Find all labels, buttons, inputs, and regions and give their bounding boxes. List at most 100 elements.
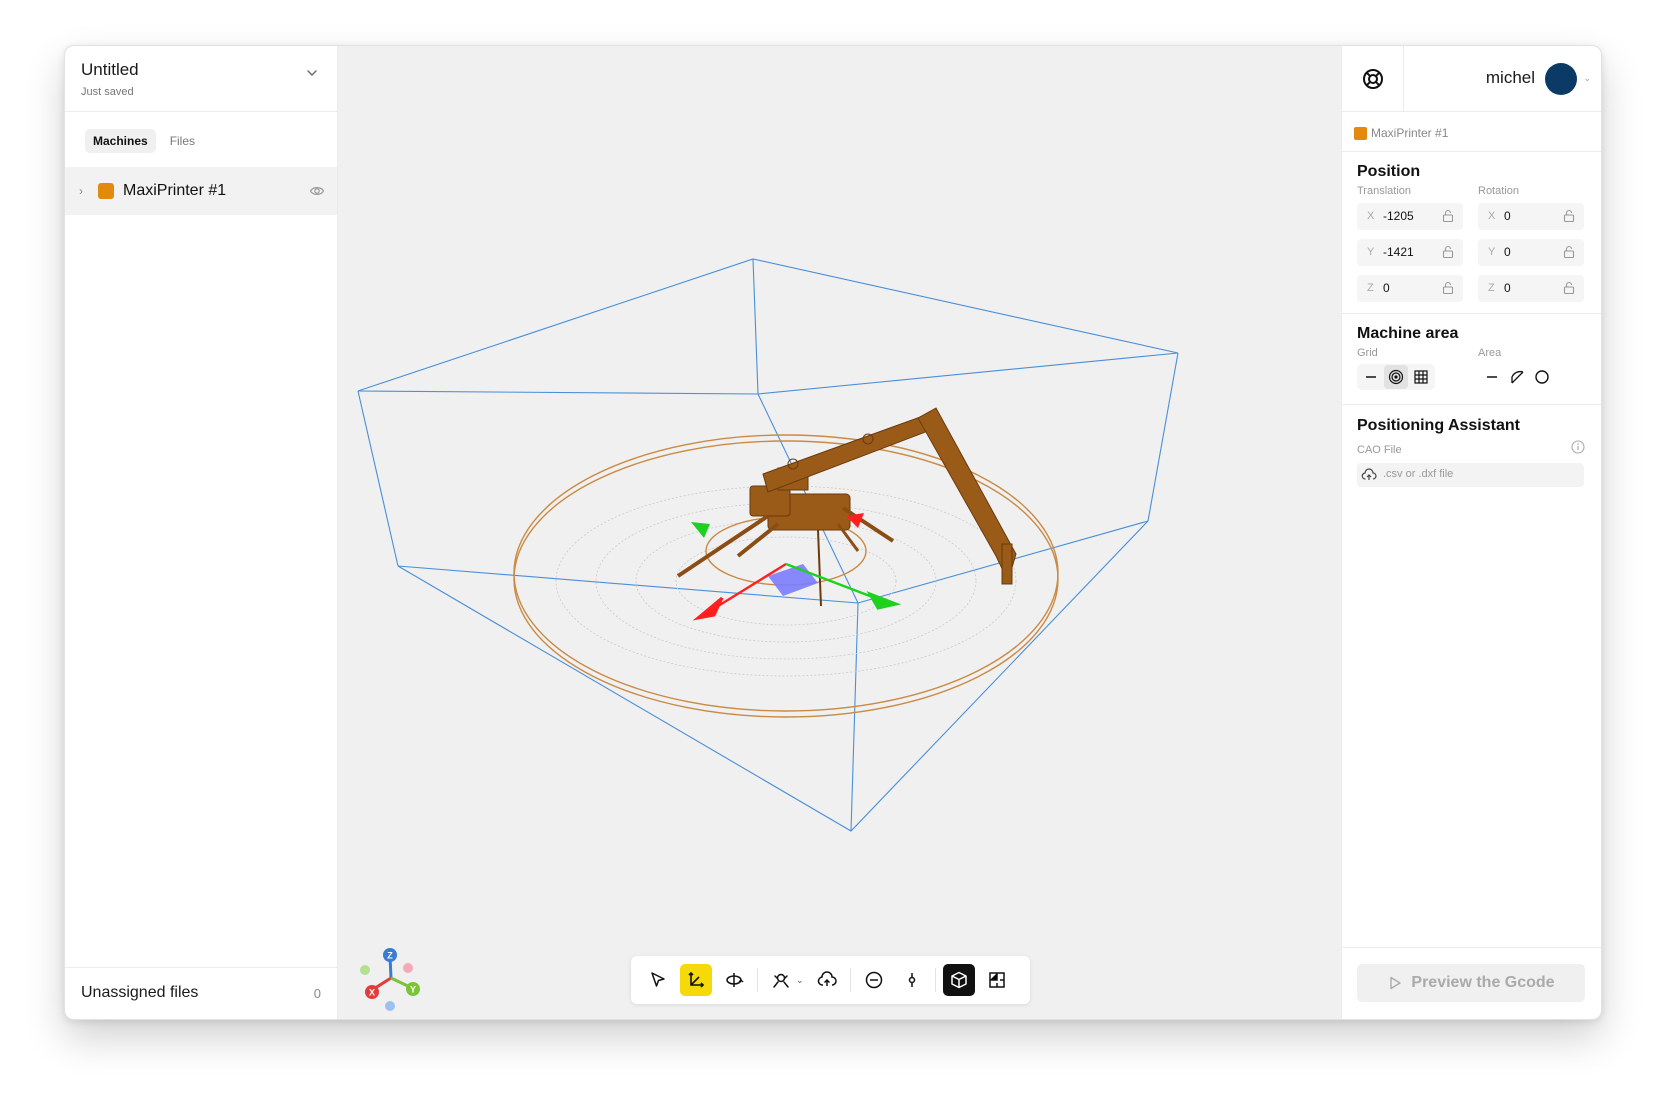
eye-icon[interactable]	[309, 183, 325, 199]
grid-options	[1357, 364, 1435, 390]
none-icon	[1366, 376, 1376, 378]
axis-label: Y	[1488, 246, 1496, 258]
radial-grid-icon	[1388, 369, 1404, 385]
help-button[interactable]	[1342, 46, 1404, 112]
upload-icon	[1361, 468, 1377, 480]
grid-radial-button[interactable]	[1384, 365, 1408, 389]
machine-color-swatch	[98, 183, 114, 199]
cao-file-input[interactable]: .csv or .dxf file	[1357, 463, 1584, 487]
preview-area: Preview the Gcode	[1342, 947, 1601, 1019]
positioning-assistant-title: Positioning Assistant	[1357, 417, 1520, 434]
chevron-right-icon[interactable]: ›	[79, 184, 83, 198]
toolbar-separator	[757, 968, 758, 992]
3d-viewport[interactable]: Z X Y ⌄	[338, 46, 1343, 1019]
rotate-tool-button[interactable]	[718, 964, 750, 996]
square-grid-icon	[1414, 370, 1428, 384]
pivot-button[interactable]	[896, 964, 928, 996]
grid-label: Grid	[1357, 347, 1378, 359]
translate-tool-button[interactable]	[680, 964, 712, 996]
preview-gcode-label: Preview the Gcode	[1411, 974, 1555, 991]
chevron-down-icon[interactable]	[305, 66, 319, 80]
viewport-toolbar: ⌄	[631, 956, 1030, 1004]
select-tool-button[interactable]	[642, 964, 674, 996]
user-name[interactable]: michel	[1486, 68, 1535, 88]
translate-icon	[688, 971, 705, 988]
circle-icon	[1535, 370, 1549, 384]
rotation-z-field[interactable]: Z 0	[1478, 275, 1584, 302]
translation-z-value[interactable]: 0	[1383, 281, 1390, 295]
translation-x-value[interactable]: -1205	[1383, 209, 1414, 223]
lock-icon[interactable]	[1562, 209, 1576, 223]
machine-list-item[interactable]: › MaxiPrinter #1	[65, 167, 337, 215]
lock-icon[interactable]	[1441, 245, 1455, 259]
translation-y-field[interactable]: Y -1421	[1357, 239, 1463, 266]
translation-label: Translation	[1357, 185, 1412, 197]
area-label: Area	[1478, 347, 1502, 359]
lifebuoy-icon	[1362, 69, 1383, 89]
zoom-out-button[interactable]	[858, 964, 890, 996]
selected-machine-label: MaxiPrinter #1	[1371, 126, 1449, 140]
gizmo-x-label: X	[369, 988, 375, 998]
machine-area-title: Machine area	[1357, 325, 1459, 342]
right-panel-header: michel ⌄	[1342, 46, 1601, 112]
project-title: Untitled	[81, 60, 139, 79]
divider	[1342, 404, 1601, 405]
rotation-x-value[interactable]: 0	[1504, 209, 1511, 223]
grid-square-button[interactable]	[1409, 365, 1433, 389]
translation-x-field[interactable]: X -1205	[1357, 203, 1463, 230]
area-circle-button[interactable]	[1530, 365, 1554, 389]
auto-position-icon	[773, 973, 789, 988]
chevron-down-icon[interactable]: ⌄	[1583, 73, 1591, 84]
axis-label: X	[1367, 210, 1375, 222]
area-sector-button[interactable]	[1505, 365, 1529, 389]
gizmo-z-label: Z	[387, 951, 393, 961]
orientation-gizmo[interactable]: Z X Y	[356, 946, 426, 1012]
position-title: Position	[1357, 163, 1421, 180]
app-window: Untitled Just saved Machines Files › Max…	[64, 45, 1602, 1020]
translation-y-value[interactable]: -1421	[1383, 245, 1414, 259]
3d-scene[interactable]	[338, 46, 1343, 1020]
gizmo-y-label: Y	[410, 985, 416, 995]
3d-view-icon	[950, 971, 967, 989]
lock-icon[interactable]	[1562, 245, 1576, 259]
lock-icon[interactable]	[1562, 281, 1576, 295]
rotation-x-field[interactable]: X 0	[1478, 203, 1584, 230]
save-status: Just saved	[81, 86, 134, 98]
lock-icon[interactable]	[1441, 281, 1455, 295]
rotation-z-value[interactable]: 0	[1504, 281, 1511, 295]
rotation-y-value[interactable]: 0	[1504, 245, 1511, 259]
auto-position-button[interactable]	[765, 964, 797, 996]
upload-button[interactable]	[811, 964, 843, 996]
toolbar-separator	[934, 968, 936, 992]
cao-file-label: CAO File	[1357, 444, 1402, 456]
rotation-y-field[interactable]: Y 0	[1478, 239, 1584, 266]
area-none-button[interactable]	[1480, 365, 1504, 389]
axis-label: Y	[1367, 246, 1375, 258]
grid-none-button[interactable]	[1359, 365, 1383, 389]
machine-name: MaxiPrinter #1	[123, 182, 227, 199]
rotate-icon	[726, 973, 744, 987]
unassigned-files-count: 0	[313, 986, 321, 1001]
chevron-down-icon[interactable]: ⌄	[796, 975, 804, 986]
top-view-button[interactable]	[981, 964, 1013, 996]
tab-files[interactable]: Files	[162, 129, 203, 153]
top-view-icon	[988, 972, 1005, 988]
translation-z-field[interactable]: Z 0	[1357, 275, 1463, 302]
3d-view-button[interactable]	[942, 964, 975, 996]
machine-bounding-box	[357, 258, 1179, 832]
info-icon[interactable]	[1571, 440, 1585, 454]
panel-tabs: Machines Files	[85, 129, 203, 153]
preview-gcode-button[interactable]: Preview the Gcode	[1357, 964, 1585, 1002]
left-panel: Untitled Just saved Machines Files › Max…	[65, 46, 338, 1019]
avatar[interactable]	[1545, 63, 1577, 95]
lock-icon[interactable]	[1441, 209, 1455, 223]
tab-machines[interactable]: Machines	[85, 129, 156, 153]
divider	[1342, 151, 1601, 152]
project-header[interactable]: Untitled Just saved	[65, 46, 337, 112]
sector-icon	[1511, 370, 1524, 384]
area-options	[1478, 364, 1556, 390]
unassigned-files[interactable]: Unassigned files 0	[65, 967, 337, 1019]
cao-file-placeholder: .csv or .dxf file	[1383, 468, 1454, 480]
machine-color-swatch	[1354, 126, 1367, 140]
unassigned-files-label: Unassigned files	[81, 984, 199, 1001]
